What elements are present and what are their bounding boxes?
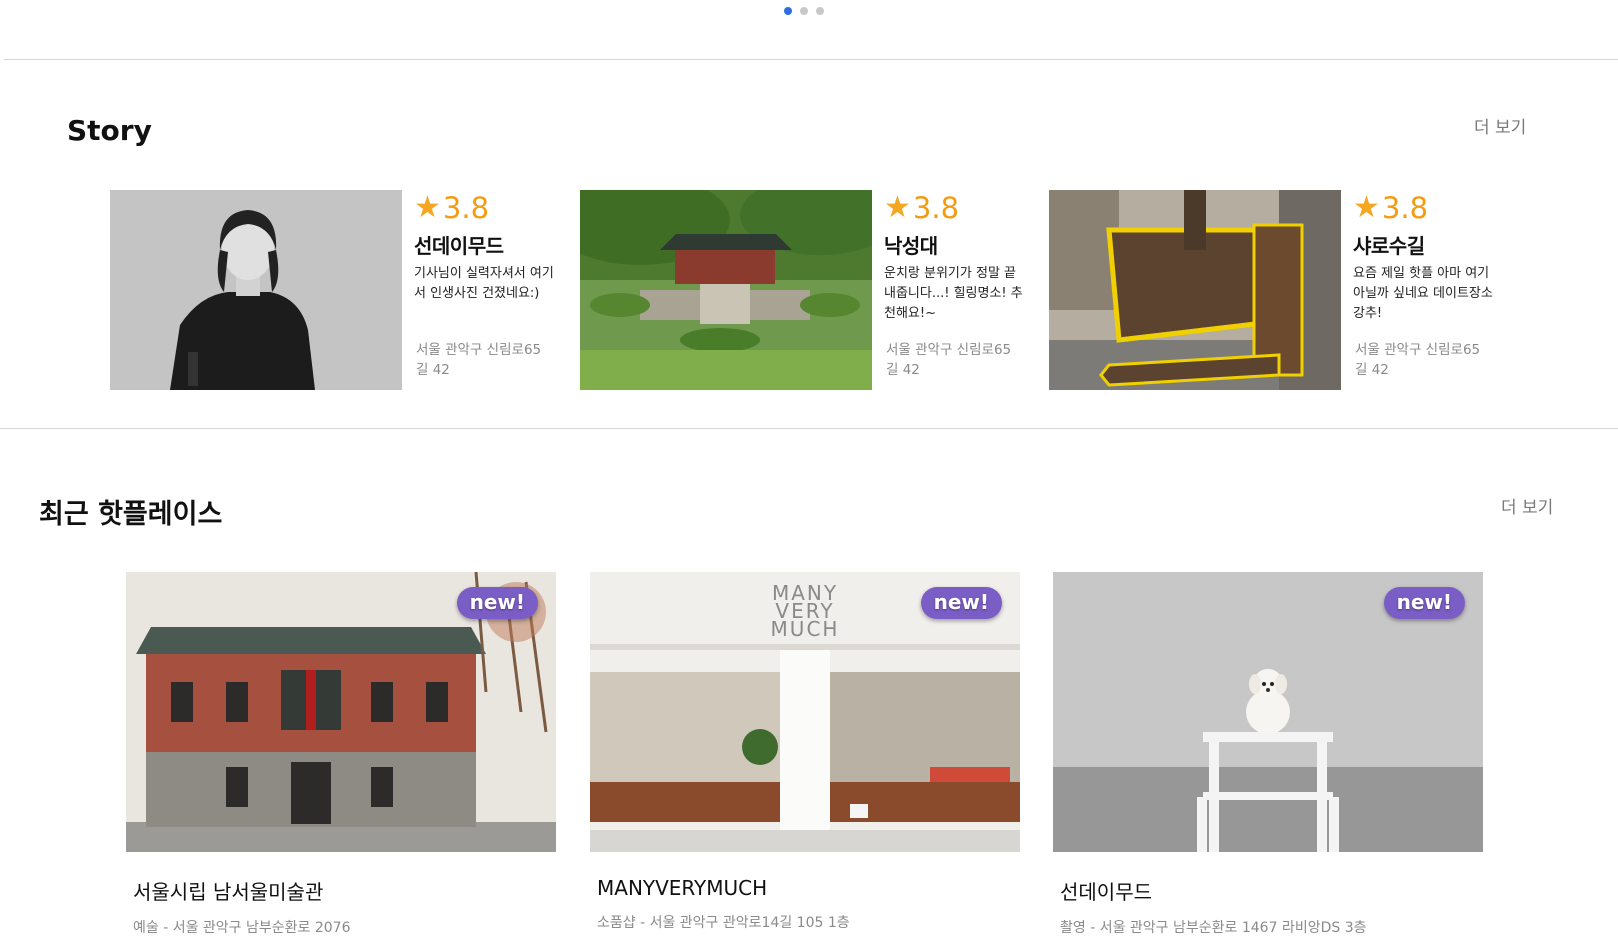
hot-place-card[interactable]: MANY VERY MUCH new! MANYVERYMUCH 소품샵 - 서… [590,572,1020,932]
story-place-name: 낙성대 [884,234,938,258]
hot-place-meta: 소품샵 - 서울 관악구 관악로14길 105 1층 [597,915,850,931]
story-card[interactable]: ★ 3.8 샤로수길 요즘 제일 핫플 아마 여기아닐까 싶네요 데이트장소 강… [1049,190,1499,390]
story-place-name: 샤로수길 [1353,234,1425,258]
hot-place-card[interactable]: new! 선데이무드 촬영 - 서울 관악구 남부순환로 1467 라비앙DS … [1053,572,1483,937]
hot-image-brick-building: new! [126,572,556,852]
divider [4,59,1618,60]
story-description: 요즘 제일 핫플 아마 여기아닐까 싶네요 데이트장소 강추! [1353,266,1493,321]
story-card[interactable]: ★ 3.8 낙성대 운치랑 분위기가 정말 끝내줍니다...! 힐링명소! 추천… [580,190,1030,390]
hot-place-meta: 촬영 - 서울 관악구 남부순환로 1467 라비앙DS 3층 [1060,920,1367,936]
shop-sign-line: MUCH [771,617,840,641]
rating-value: 3.8 [442,190,490,225]
hot-more-link[interactable]: 더 보기 [1501,493,1553,518]
carousel-dot[interactable] [800,7,808,15]
story-section-title: Story [67,114,152,147]
story-rating: ★ 3.8 [414,190,564,226]
divider [0,428,1618,429]
star-icon: ★ [884,190,911,225]
carousel-dot[interactable] [784,7,792,15]
star-icon: ★ [414,190,441,225]
story-rating: ★ 3.8 [1353,190,1503,226]
story-description: 운치랑 분위기가 정말 끝내줍니다...! 힐링명소! 추천해요!~ [884,266,1023,321]
story-rating: ★ 3.8 [884,190,1034,226]
story-card[interactable]: ★ 3.8 선데이무드 기사님이 실력자셔서 여기서 인생사진 건졌네요:) 서… [110,190,560,390]
hot-section-title: 최근 핫플레이스 [39,499,223,530]
hot-place-name: 선데이무드 [1060,880,1152,904]
carousel-indicator [784,7,824,15]
hot-place-name: 서울시립 남서울미술관 [133,880,324,904]
story-more-link[interactable]: 더 보기 [1474,113,1526,138]
hot-place-card[interactable]: new! 서울시립 남서울미술관 예술 - 서울 관악구 남부순환로 2076 [126,572,556,937]
rating-value: 3.8 [912,190,960,225]
hot-image-shop-front: MANY VERY MUCH new! [590,572,1020,852]
story-address: 서울 관악구 신림로65길 42 [1355,342,1481,378]
star-icon: ★ [1353,190,1380,225]
story-description: 기사님이 실력자셔서 여기서 인생사진 건졌네요:) [414,266,554,301]
carousel-dot[interactable] [816,7,824,15]
story-image-shrine-garden [580,190,872,390]
hot-place-name: MANYVERYMUCH [597,876,768,900]
story-address: 서울 관악구 신림로65길 42 [416,342,542,378]
new-badge: new! [1383,587,1465,619]
new-badge: new! [920,587,1002,619]
new-badge: new! [456,587,538,619]
story-address: 서울 관악구 신림로65길 42 [886,342,1012,378]
story-place-name: 선데이무드 [414,234,504,258]
story-image-portrait [110,190,402,390]
story-image-street-sign [1049,190,1341,390]
hot-image-dog-on-stool: new! [1053,572,1483,852]
rating-value: 3.8 [1381,190,1429,225]
hot-place-meta: 예술 - 서울 관악구 남부순환로 2076 [133,920,351,936]
